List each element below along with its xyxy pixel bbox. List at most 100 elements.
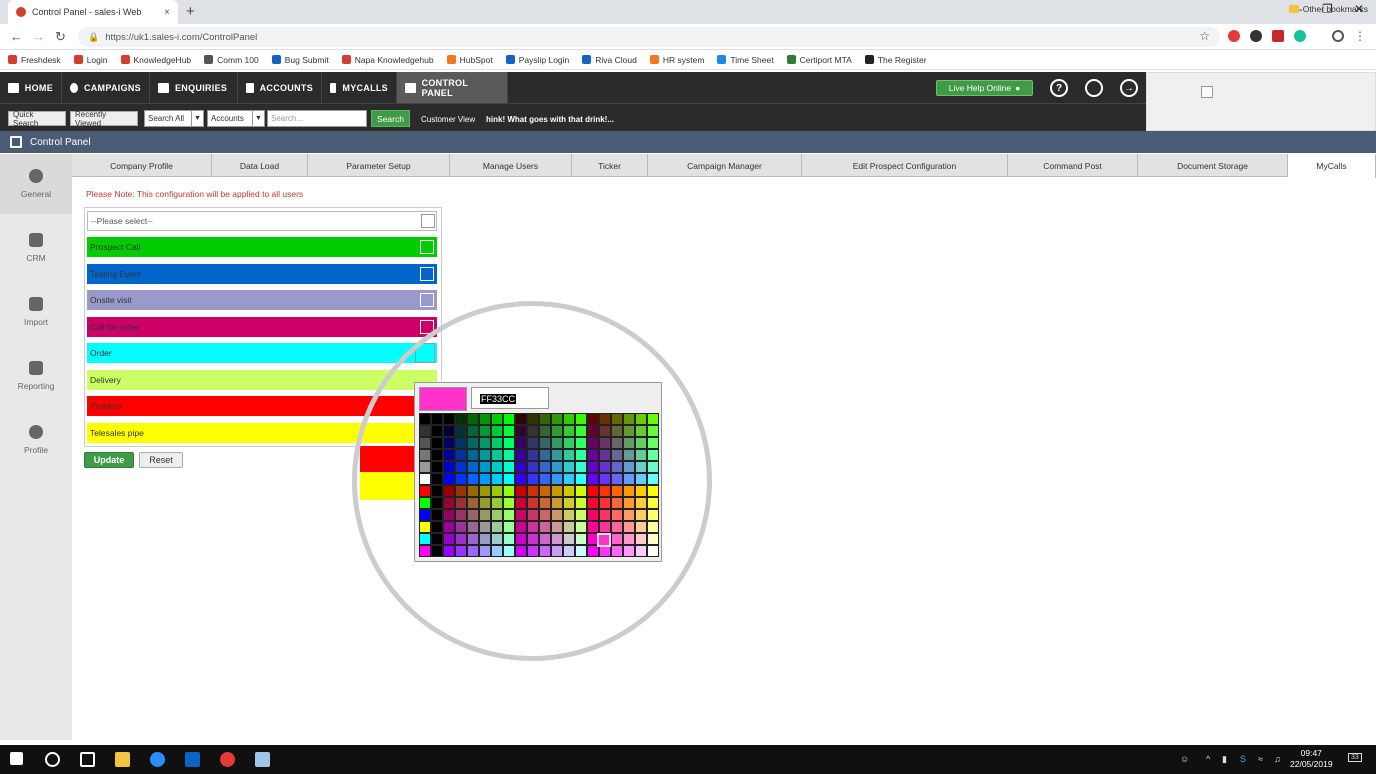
color-cell[interactable] [563, 521, 575, 533]
color-cell[interactable] [515, 533, 527, 545]
color-cell[interactable] [431, 545, 443, 557]
color-cell[interactable] [647, 497, 659, 509]
live-help-button[interactable]: Live Help Online ● [936, 80, 1033, 96]
color-cell[interactable] [647, 425, 659, 437]
color-cell[interactable] [575, 533, 587, 545]
quick-search-button[interactable]: Quick Search [8, 110, 66, 128]
color-cell[interactable] [467, 449, 479, 461]
color-cell[interactable] [623, 413, 635, 425]
color-cell[interactable] [551, 449, 563, 461]
color-cell[interactable] [419, 521, 431, 533]
tab-document-storage[interactable]: Document Storage [1138, 154, 1288, 177]
color-cell[interactable] [551, 473, 563, 485]
nav-mycalls[interactable]: MYCALLS [322, 72, 397, 103]
color-cell[interactable] [515, 413, 527, 425]
tab-manage-users[interactable]: Manage Users [450, 154, 572, 177]
color-cell[interactable] [611, 437, 623, 449]
color-cell[interactable] [455, 449, 467, 461]
color-cell[interactable] [419, 437, 431, 449]
color-cell[interactable] [539, 437, 551, 449]
tab-ticker[interactable]: Ticker [572, 154, 648, 177]
people-icon[interactable]: ☺ [1180, 754, 1189, 764]
color-cell[interactable] [611, 545, 623, 557]
color-cell[interactable] [551, 425, 563, 437]
color-cell[interactable] [599, 497, 611, 509]
color-cell[interactable] [635, 497, 647, 509]
selected-color-cell[interactable] [597, 533, 611, 547]
tab-parameter-setup[interactable]: Parameter Setup [308, 154, 450, 177]
color-cell[interactable] [503, 497, 515, 509]
color-cell[interactable] [635, 461, 647, 473]
color-cell[interactable] [563, 473, 575, 485]
color-cell[interactable] [431, 425, 443, 437]
bookmark-item[interactable]: Napa Knowledgehub [341, 55, 434, 65]
color-cell[interactable] [467, 425, 479, 437]
color-cell[interactable] [467, 533, 479, 545]
color-cell[interactable] [611, 449, 623, 461]
color-cell[interactable] [443, 461, 455, 473]
color-cell[interactable] [623, 473, 635, 485]
color-cell[interactable] [479, 533, 491, 545]
nav-control-panel[interactable]: CONTROL PANEL [397, 72, 508, 103]
color-cell[interactable] [419, 413, 431, 425]
search-scope-select[interactable]: Search All ▼ [144, 110, 204, 127]
color-cell[interactable] [503, 437, 515, 449]
new-tab-button[interactable]: + [186, 3, 195, 20]
color-cell[interactable] [431, 521, 443, 533]
color-cell[interactable] [431, 497, 443, 509]
color-cell[interactable] [647, 461, 659, 473]
color-cell[interactable] [443, 545, 455, 557]
color-cell[interactable] [503, 473, 515, 485]
color-cell[interactable] [575, 545, 587, 557]
color-cell[interactable] [419, 509, 431, 521]
color-cell[interactable] [551, 509, 563, 521]
color-cell[interactable] [431, 413, 443, 425]
color-cell[interactable] [575, 461, 587, 473]
wifi-icon[interactable]: ≈ [1258, 754, 1263, 764]
color-cell[interactable] [563, 509, 575, 521]
color-cell[interactable] [611, 509, 623, 521]
bookmark-item[interactable]: Bug Submit [271, 55, 329, 65]
bookmark-item[interactable]: Login [73, 55, 108, 65]
color-cell[interactable] [527, 521, 539, 533]
color-cell[interactable] [635, 437, 647, 449]
color-cell[interactable] [587, 485, 599, 497]
color-cell[interactable] [491, 413, 503, 425]
color-cell[interactable] [515, 461, 527, 473]
back-icon[interactable]: ← [10, 29, 23, 44]
color-cell[interactable] [419, 449, 431, 461]
sidebar-item-crm[interactable]: CRM [0, 218, 72, 278]
color-cell[interactable] [551, 521, 563, 533]
color-cell[interactable] [563, 545, 575, 557]
color-cell[interactable] [455, 437, 467, 449]
color-cell[interactable] [431, 533, 443, 545]
color-cell[interactable] [503, 425, 515, 437]
color-cell[interactable] [635, 545, 647, 557]
color-cell[interactable] [647, 473, 659, 485]
color-cell[interactable] [623, 545, 635, 557]
color-cell[interactable] [503, 521, 515, 533]
color-cell[interactable] [599, 413, 611, 425]
color-cell[interactable] [575, 485, 587, 497]
color-cell[interactable] [635, 485, 647, 497]
color-cell[interactable] [491, 521, 503, 533]
color-cell[interactable] [515, 521, 527, 533]
grammarly-icon[interactable] [1294, 30, 1306, 42]
color-cell[interactable] [587, 509, 599, 521]
color-cell[interactable] [443, 485, 455, 497]
color-cell[interactable] [443, 449, 455, 461]
color-cell[interactable] [551, 461, 563, 473]
color-cell[interactable] [611, 461, 623, 473]
color-cell[interactable] [623, 497, 635, 509]
color-cell[interactable] [479, 425, 491, 437]
calendar-icon[interactable] [1272, 30, 1284, 42]
color-cell[interactable] [599, 425, 611, 437]
color-cell[interactable] [623, 425, 635, 437]
color-cell[interactable] [635, 473, 647, 485]
color-cell[interactable] [467, 545, 479, 557]
color-cell[interactable] [515, 449, 527, 461]
color-cell[interactable] [479, 413, 491, 425]
recently-viewed-button[interactable]: Recently Viewed [70, 110, 138, 128]
color-cell[interactable] [539, 425, 551, 437]
color-cell[interactable] [479, 521, 491, 533]
